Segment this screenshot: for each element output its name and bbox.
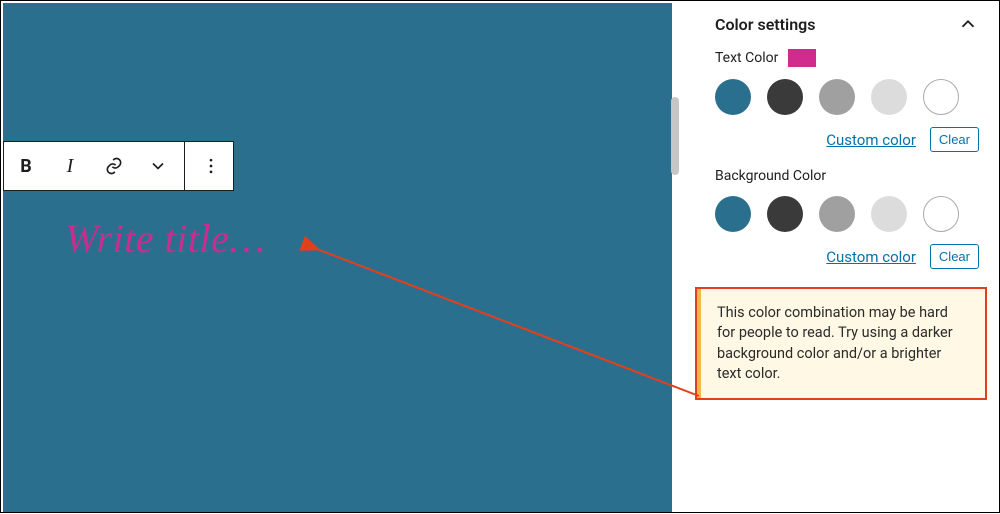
text-color-label-text: Text Color	[715, 50, 778, 66]
swatch-teal[interactable]	[715, 79, 751, 115]
swatch-white[interactable]	[923, 196, 959, 232]
swatch-light[interactable]	[871, 196, 907, 232]
swatch-dark[interactable]	[767, 79, 803, 115]
contrast-notice: This color combination may be hard for p…	[697, 289, 985, 398]
text-color-actions: Custom color Clear	[683, 121, 997, 164]
bold-button[interactable]: B	[4, 142, 48, 190]
bg-color-swatches	[683, 186, 997, 238]
swatch-light[interactable]	[871, 79, 907, 115]
toolbar-separator	[184, 142, 185, 190]
text-color-swatches	[683, 69, 997, 121]
swatch-teal[interactable]	[715, 196, 751, 232]
more-options-button[interactable]	[189, 142, 233, 190]
bg-color-label-text: Background Color	[715, 168, 826, 184]
bg-color-clear-button[interactable]: Clear	[930, 244, 979, 269]
chevron-up-icon	[957, 13, 979, 35]
text-color-clear-button[interactable]: Clear	[930, 127, 979, 152]
dropdown-button[interactable]	[136, 142, 180, 190]
link-button[interactable]	[92, 142, 136, 190]
bg-color-actions: Custom color Clear	[683, 238, 997, 281]
swatch-dark[interactable]	[767, 196, 803, 232]
bg-color-label: Background Color	[683, 164, 997, 186]
contrast-notice-highlight: This color combination may be hard for p…	[695, 287, 987, 400]
swatch-gray[interactable]	[819, 79, 855, 115]
title-input[interactable]: Write title…	[65, 215, 265, 262]
swatch-white[interactable]	[923, 79, 959, 115]
panel-title: Color settings	[715, 15, 815, 34]
settings-sidebar: Color settings Text Color Custom color C…	[683, 3, 997, 512]
swatch-gray[interactable]	[819, 196, 855, 232]
text-color-indicator	[788, 49, 816, 67]
text-color-label: Text Color	[683, 45, 997, 69]
text-custom-color-link[interactable]: Custom color	[826, 131, 916, 149]
color-settings-header[interactable]: Color settings	[683, 3, 997, 45]
italic-button[interactable]: I	[48, 142, 92, 190]
bg-custom-color-link[interactable]: Custom color	[826, 248, 916, 266]
scrollbar-thumb[interactable]	[671, 97, 679, 175]
editor-canvas[interactable]: B I Write title…	[3, 3, 672, 512]
block-toolbar: B I	[3, 141, 234, 191]
